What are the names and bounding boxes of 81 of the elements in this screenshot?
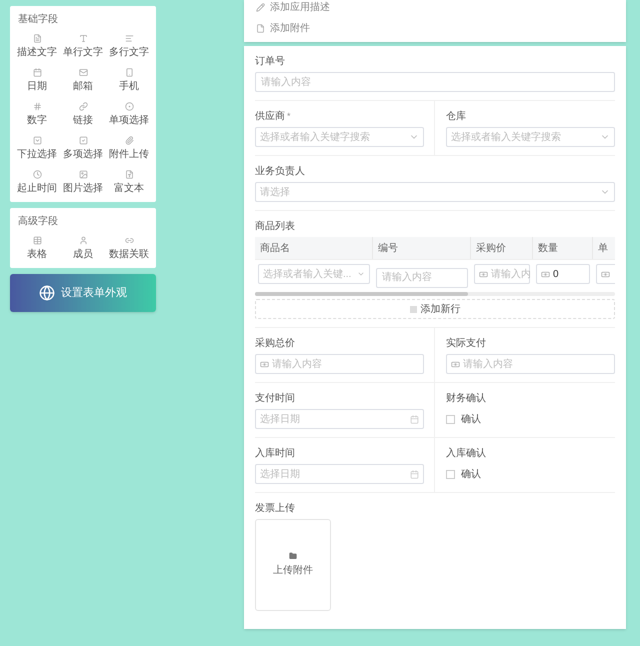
field-type-item[interactable]: 表格 [14, 232, 60, 266]
field-type-item[interactable]: 下拉选择 [14, 132, 60, 166]
field-type-item[interactable]: 图片选择 [60, 166, 106, 200]
money-icon [451, 360, 460, 368]
text-field[interactable]: 请输入内容 [376, 268, 468, 288]
text-icon [78, 34, 88, 43]
hash-icon [32, 102, 42, 111]
add-row-button[interactable]: 添加新行 [255, 299, 615, 319]
field-label: 仓库 [446, 110, 466, 124]
chevron-icon [357, 270, 365, 278]
panel-title: 基础字段 [17, 12, 59, 27]
table-icon [32, 236, 42, 245]
field-type-item[interactable]: 单项选择 [106, 98, 152, 132]
upload-button[interactable]: 上传附件 [255, 519, 331, 611]
field-label: 订单号 [255, 54, 285, 69]
lines-icon [124, 34, 134, 43]
document-icon [124, 170, 134, 179]
column-header: 编号 [373, 237, 471, 259]
dropdown-icon [32, 136, 42, 145]
checkbox[interactable] [446, 470, 455, 478]
field-label: 实际支付 [446, 336, 486, 351]
document-icon [32, 34, 42, 43]
field-label: 入库确认 [446, 446, 486, 461]
field-type-item[interactable]: 链接 [60, 98, 106, 132]
header-action[interactable]: 添加应用描述 [256, 0, 614, 15]
money-icon [601, 270, 610, 278]
globe-icon [39, 285, 55, 301]
scrollbar-thumb[interactable] [255, 292, 468, 296]
money-icon [541, 270, 550, 278]
envelope-icon [78, 68, 88, 77]
calendar-icon [410, 414, 419, 424]
field-label: 采购总价 [255, 336, 295, 351]
checkbox-label: 确认 [461, 412, 481, 426]
header-action[interactable]: 添加附件 [256, 21, 614, 36]
image-icon [78, 170, 88, 179]
field-label: 发票上传 [255, 502, 295, 516]
money-icon [260, 360, 269, 368]
radio-icon [124, 102, 134, 111]
column-header: 采购价 [471, 237, 533, 259]
panel-title: 高级字段 [17, 214, 59, 229]
field-label: 入库时间 [255, 446, 295, 461]
field-type-item[interactable]: 起止时间 [14, 166, 60, 200]
clock-icon [32, 170, 42, 179]
link-icon [124, 236, 134, 245]
checkbox[interactable] [446, 414, 455, 424]
column-header: 数量 [533, 237, 593, 259]
column-header: 单 [593, 237, 615, 259]
field-type-item[interactable]: 数字 [14, 98, 60, 132]
field-label: 支付时间 [255, 392, 295, 406]
link-icon [78, 102, 88, 111]
field-type-item[interactable]: 描述文字 [14, 30, 60, 64]
field-type-item[interactable]: 手机 [106, 64, 152, 98]
field-type-item[interactable]: 单行文字 [60, 30, 106, 64]
checkbox-icon [78, 136, 88, 145]
field-label: 财务确认 [446, 392, 486, 406]
calendar-icon [410, 470, 419, 478]
paperclip-icon [124, 136, 134, 145]
field-label: 商品列表 [255, 220, 295, 234]
field-label: 供应商 [255, 110, 285, 124]
phone-icon [124, 68, 134, 77]
field-type-item[interactable]: 邮箱 [60, 64, 106, 98]
person-icon [78, 236, 88, 245]
money-icon [479, 270, 488, 278]
pencil-icon [256, 3, 265, 12]
folder-icon [289, 552, 297, 560]
text-field[interactable]: 请输入内容 [255, 72, 615, 92]
field-type-item[interactable]: 富文本 [106, 166, 152, 200]
square-icon [410, 306, 416, 312]
field-type-item[interactable]: 附件上传 [106, 132, 152, 166]
field-type-item[interactable]: 多项选择 [60, 132, 106, 166]
field-type-item[interactable]: 日期 [14, 64, 60, 98]
field-type-item[interactable]: 数据关联 [106, 232, 152, 266]
column-header: 商品名 [255, 237, 373, 259]
file-icon [256, 24, 265, 33]
amount-field[interactable]: 0 [536, 264, 590, 284]
field-type-item[interactable]: 多行文字 [106, 30, 152, 64]
field-label: 业务负责人 [255, 164, 305, 179]
field-type-item[interactable]: 成员 [60, 232, 106, 266]
required-mark: * [287, 110, 291, 123]
checkbox-label: 确认 [461, 468, 481, 482]
calendar-icon [32, 68, 42, 77]
